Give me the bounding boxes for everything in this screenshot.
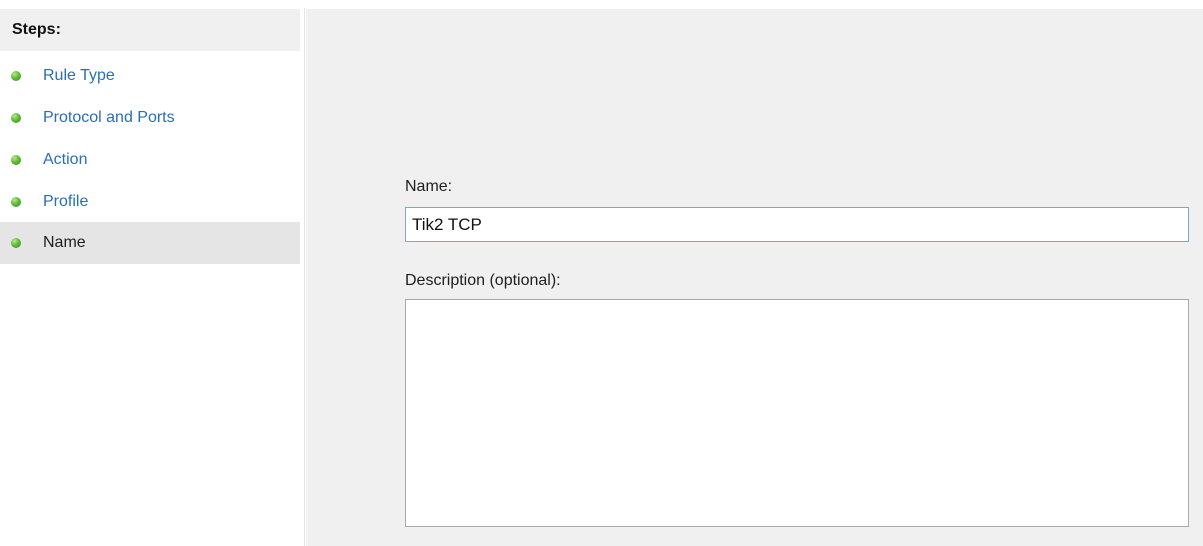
step-rule-type[interactable]: Rule Type	[0, 55, 300, 97]
step-action[interactable]: Action	[0, 139, 300, 181]
name-field-label: Name:	[405, 178, 453, 195]
step-label[interactable]: Protocol and Ports	[43, 97, 175, 139]
steps-sidebar: Steps: Rule Type Protocol and Ports Acti…	[0, 0, 305, 546]
step-profile[interactable]: Profile	[0, 181, 300, 223]
description-textarea[interactable]	[405, 299, 1189, 527]
step-label: Name	[43, 234, 86, 251]
step-name[interactable]: Name	[0, 222, 300, 264]
step-complete-icon	[11, 71, 21, 81]
name-input[interactable]	[405, 207, 1189, 242]
description-field-label: Description (optional):	[405, 272, 561, 289]
step-protocol-and-ports[interactable]: Protocol and Ports	[0, 97, 300, 139]
step-current-icon	[11, 238, 21, 248]
sidebar-top-strip	[0, 0, 305, 8]
step-label[interactable]: Profile	[43, 181, 88, 223]
step-complete-icon	[11, 113, 21, 123]
steps-header: Steps:	[0, 9, 300, 51]
step-complete-icon	[11, 155, 21, 165]
step-label[interactable]: Rule Type	[43, 55, 115, 97]
step-complete-icon	[11, 197, 21, 207]
step-label[interactable]: Action	[43, 139, 87, 181]
